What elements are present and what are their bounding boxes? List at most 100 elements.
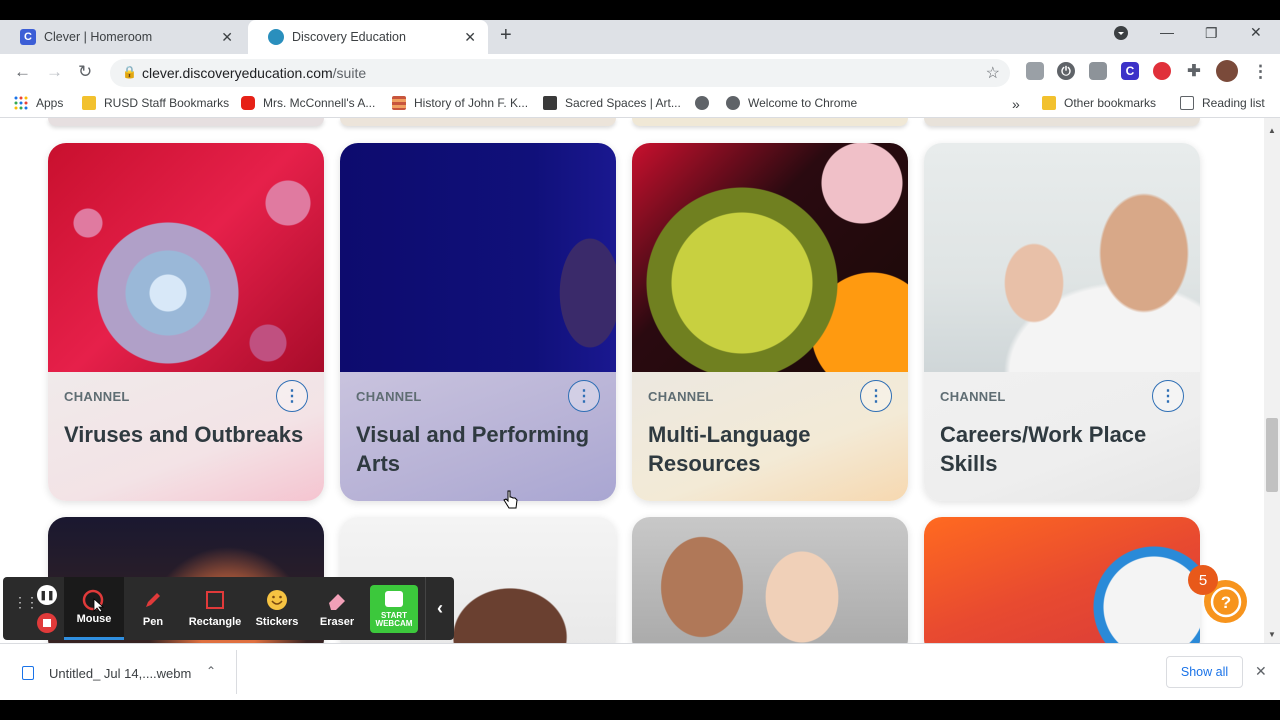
card-edge	[340, 118, 616, 126]
bookmark-label: Mrs. McConnell's A...	[263, 96, 376, 110]
eraser-icon	[326, 589, 348, 614]
mouse-tool-button[interactable]: Mouse	[64, 577, 124, 640]
page-scrollbar[interactable]: ▲ ▼	[1264, 118, 1280, 643]
chevron-up-icon[interactable]: ⌃	[206, 664, 216, 678]
address-bar[interactable]: 🔒 clever.discoveryeducation.com/suite ☆	[110, 59, 1010, 87]
power-extension-icon[interactable]: ⏻	[1057, 62, 1075, 80]
channel-card-multilanguage[interactable]: CHANNEL ⋮ Multi-Language Resources	[632, 143, 908, 501]
card-type-label: CHANNEL	[648, 389, 714, 404]
collapse-toolbar-icon[interactable]: ‹	[425, 577, 454, 640]
sticker-smiley-icon	[266, 589, 288, 614]
bookmark-label: Reading list	[1202, 96, 1265, 110]
reading-list[interactable]: Reading list	[1180, 96, 1265, 110]
scrollbar-thumb[interactable]	[1266, 418, 1278, 492]
channel-card-careers[interactable]: CHANNEL ⋮ Careers/Work Place Skills	[924, 143, 1200, 501]
tab-clever[interactable]: C Clever | Homeroom ✕	[0, 20, 245, 54]
flag-icon	[392, 96, 406, 110]
youtube-icon	[241, 96, 255, 110]
bookmark-welcome[interactable]: Welcome to Chrome	[726, 96, 857, 110]
card-edge	[924, 118, 1200, 126]
tool-label: Pen	[142, 616, 164, 628]
avatar[interactable]	[1216, 60, 1238, 82]
file-icon	[22, 666, 34, 680]
stickers-tool-button[interactable]: Stickers	[249, 577, 305, 640]
back-icon[interactable]: ←	[14, 62, 31, 82]
more-options-button[interactable]: ⋮	[1152, 380, 1184, 412]
download-filename[interactable]: Untitled_ Jul 14,....webm	[49, 666, 191, 681]
webcam-label: WEBCAM	[375, 619, 413, 628]
forward-icon[interactable]: →	[46, 62, 63, 82]
extension-icon[interactable]	[1026, 62, 1044, 80]
bookmark-jfk[interactable]: History of John F. K...	[392, 96, 528, 110]
card-title: Multi-Language Resources	[648, 422, 811, 476]
hand-cursor-icon	[503, 490, 519, 515]
channel-card-girls[interactable]	[632, 517, 908, 643]
site-icon	[543, 96, 557, 110]
url-text: clever.discoveryeducation.com/suite	[142, 65, 367, 81]
clever-extension-icon[interactable]: C	[1121, 62, 1139, 80]
card-title: Careers/Work Place Skills	[940, 422, 1147, 476]
eraser-tool-button[interactable]: Eraser	[309, 577, 365, 640]
puzzle-extensions-icon[interactable]: ✚	[1185, 62, 1203, 80]
restore-icon[interactable]: ❐	[1205, 25, 1218, 42]
bottom-letterbox	[0, 700, 1280, 720]
close-window-icon[interactable]: ✕	[1250, 24, 1262, 41]
folder-icon	[82, 96, 96, 110]
webcam-icon	[385, 591, 403, 607]
tab-strip: C Clever | Homeroom ✕ Discovery Educatio…	[0, 20, 1280, 54]
tool-label: Rectangle	[188, 616, 242, 628]
new-tab-icon[interactable]: +	[500, 24, 512, 47]
recorder-toolbar: ⋮⋮ ❚❚ Mouse Pen Rectangle Stickers Erase…	[3, 577, 454, 640]
globe-icon	[726, 96, 740, 110]
drag-handle-icon[interactable]: ⋮⋮	[13, 595, 39, 609]
record-extension-icon[interactable]	[1153, 62, 1171, 80]
reload-icon[interactable]: ↻	[78, 62, 92, 82]
bookmark-apps[interactable]: Apps	[14, 96, 63, 110]
pen-tool-button[interactable]: Pen	[127, 577, 179, 640]
minimize-icon[interactable]: —	[1160, 24, 1174, 40]
card-body: CHANNEL ⋮ Viruses and Outbreaks	[48, 372, 324, 501]
cast-extension-icon[interactable]	[1089, 62, 1107, 80]
bookmark-label: Apps	[36, 96, 64, 110]
more-options-button[interactable]: ⋮	[276, 380, 308, 412]
channel-card-viruses[interactable]: CHANNEL ⋮ Viruses and Outbreaks	[48, 143, 324, 501]
close-icon[interactable]: ✕	[221, 29, 233, 46]
top-letterbox	[0, 0, 1280, 20]
pause-button[interactable]: ❚❚	[37, 585, 57, 605]
rectangle-tool-button[interactable]: Rectangle	[185, 577, 245, 640]
bookmark-label: RUSD Staff Bookmarks	[104, 96, 230, 110]
channel-card-arts[interactable]: CHANNEL ⋮ Visual and Performing Arts	[340, 143, 616, 501]
notification-badge: 5	[1188, 565, 1218, 595]
scroll-up-icon[interactable]: ▲	[1268, 126, 1276, 135]
card-body: CHANNEL ⋮ Visual and Performing Arts	[340, 372, 616, 501]
bookmark-globe[interactable]	[695, 96, 717, 110]
question-icon: ?	[1210, 586, 1241, 617]
start-webcam-button[interactable]: START WEBCAM	[370, 585, 418, 633]
close-downloads-icon[interactable]: ✕	[1255, 663, 1267, 680]
more-options-button[interactable]: ⋮	[860, 380, 892, 412]
tab-title: Clever | Homeroom	[44, 30, 153, 44]
page-content: CHANNEL ⋮ Viruses and Outbreaks CHANNEL …	[0, 118, 1264, 643]
menu-kebab-icon[interactable]: ⋮	[1252, 62, 1269, 82]
tool-label: Stickers	[255, 616, 299, 628]
close-icon[interactable]: ✕	[464, 29, 476, 46]
stop-button[interactable]	[37, 613, 57, 633]
bookmark-mcconnell[interactable]: Mrs. McConnell's A...	[241, 96, 375, 110]
show-all-button[interactable]: Show all	[1166, 656, 1243, 688]
tab-search-icon[interactable]	[1114, 26, 1128, 43]
pen-icon	[142, 589, 164, 614]
bookmark-label: Welcome to Chrome	[748, 96, 858, 110]
channel-card-math[interactable]	[924, 517, 1200, 643]
tab-discovery[interactable]: Discovery Education ✕	[248, 20, 488, 54]
folder-icon	[1042, 96, 1056, 110]
more-options-button[interactable]: ⋮	[568, 380, 600, 412]
bookmark-sacred[interactable]: Sacred Spaces | Art...	[543, 96, 681, 110]
downloads-bar: Untitled_ Jul 14,....webm ⌃ Show all ✕	[0, 643, 1280, 700]
bookmark-star-icon[interactable]: ☆	[986, 63, 1000, 83]
other-bookmarks[interactable]: Other bookmarks	[1042, 96, 1156, 110]
scroll-down-icon[interactable]: ▼	[1268, 630, 1276, 639]
tab-title: Discovery Education	[292, 30, 406, 44]
apps-grid-icon	[14, 96, 28, 110]
bookmarks-overflow[interactable]: »	[1012, 96, 1020, 112]
bookmark-rusd[interactable]: RUSD Staff Bookmarks	[82, 96, 229, 110]
